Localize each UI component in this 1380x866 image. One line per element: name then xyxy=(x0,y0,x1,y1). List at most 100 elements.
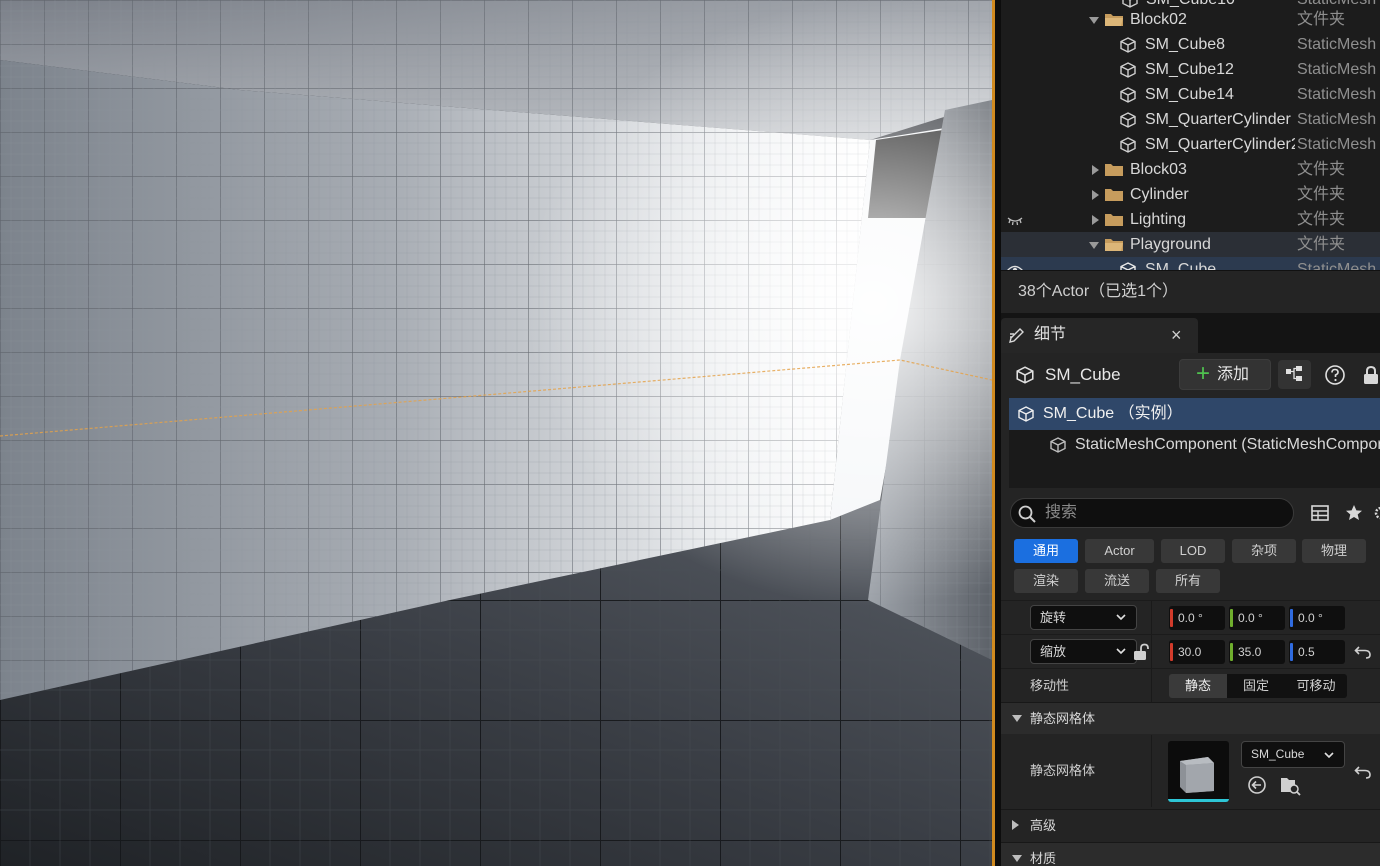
scale-x-field[interactable]: 30.0 xyxy=(1169,640,1225,664)
world-outliner[interactable]: SM_Cube10 StaticMesh Block02 文件夹 SM_Cube… xyxy=(1001,0,1380,270)
property-matrix-icon[interactable] xyxy=(1310,503,1330,523)
details-pencil-icon xyxy=(1009,328,1024,343)
tab-details[interactable]: 细节 × xyxy=(1001,318,1198,353)
outliner-row-name: Block02 xyxy=(1130,11,1187,28)
rotation-z-field[interactable]: 0.0 ° xyxy=(1289,606,1345,630)
expand-arrow-icon[interactable] xyxy=(1092,190,1099,200)
search-icon xyxy=(1018,505,1036,523)
expand-arrow-icon[interactable] xyxy=(1092,215,1099,225)
expand-arrow-icon[interactable] xyxy=(1092,165,1099,175)
component-tree[interactable]: SM_Cube （实例） StaticMeshComponent (Static… xyxy=(1009,398,1380,488)
close-icon[interactable]: × xyxy=(1171,318,1182,352)
outliner-row[interactable]: SM_QuarterCylinder StaticMesh xyxy=(1001,107,1380,132)
outliner-row[interactable]: Lighting 文件夹 xyxy=(1001,207,1380,232)
rotation-y-field[interactable]: 0.0 ° xyxy=(1229,606,1285,630)
outliner-row[interactable]: SM_QuarterCylinder2 StaticMesh xyxy=(1001,132,1380,157)
scale-row: 缩放 30.0 35.0 0.5 xyxy=(1001,634,1380,669)
blueprint-convert-button[interactable] xyxy=(1278,360,1311,389)
outliner-row-name: SM_QuarterCylinder xyxy=(1145,111,1291,128)
object-name[interactable]: SM_Cube xyxy=(1045,353,1121,397)
collapse-arrow-icon[interactable] xyxy=(1089,242,1099,249)
level-viewport[interactable] xyxy=(0,0,992,866)
section-static-mesh[interactable]: 静态网格体 xyxy=(1001,702,1380,734)
component-child-item[interactable]: StaticMeshComponent (StaticMeshComponent… xyxy=(1009,430,1380,460)
scale-x-value: 30.0 xyxy=(1178,645,1202,659)
component-root-item[interactable]: SM_Cube （实例） xyxy=(1009,398,1380,430)
scale-z-field[interactable]: 0.5 xyxy=(1289,640,1345,664)
filter-all[interactable]: 所有 xyxy=(1156,569,1220,593)
static-mesh-icon xyxy=(1120,262,1136,270)
outliner-row-name: Playground xyxy=(1130,236,1211,253)
outliner-row-type: StaticMesh xyxy=(1297,111,1377,128)
rotation-x-field[interactable]: 0.0 ° xyxy=(1169,606,1225,630)
outliner-row-name: SM_Cube xyxy=(1145,261,1217,270)
mobility-row: 移动性 静态 固定 可移动 xyxy=(1001,668,1380,703)
scale-label: 缩放 xyxy=(1040,644,1067,659)
filter-rendering[interactable]: 渲染 xyxy=(1014,569,1078,593)
mobility-static-option[interactable]: 静态 xyxy=(1169,674,1227,698)
outliner-row-type: StaticMesh xyxy=(1297,36,1377,53)
outliner-row[interactable]: Block03 文件夹 xyxy=(1001,157,1380,182)
outliner-row-name: SM_Cube14 xyxy=(1145,86,1234,103)
editor-root: SM_Cube10 StaticMesh Block02 文件夹 SM_Cube… xyxy=(0,0,1380,866)
filter-lod[interactable]: LOD xyxy=(1161,539,1225,563)
static-mesh-icon xyxy=(1120,137,1136,153)
rotation-mode-dropdown[interactable]: 旋转 xyxy=(1030,605,1137,630)
outliner-row[interactable]: SM_Cube12 StaticMesh xyxy=(1001,57,1380,82)
mobility-label: 移动性 xyxy=(1030,678,1070,693)
advanced-expander[interactable]: 高级 xyxy=(1001,809,1380,841)
filter-actor[interactable]: Actor xyxy=(1085,539,1154,563)
reset-to-default-icon[interactable] xyxy=(1354,643,1372,661)
chevron-down-icon xyxy=(1116,648,1126,655)
static-mesh-icon xyxy=(1120,112,1136,128)
help-icon[interactable] xyxy=(1324,364,1346,386)
scale-y-field[interactable]: 35.0 xyxy=(1229,640,1285,664)
outliner-row[interactable]: Cylinder 文件夹 xyxy=(1001,182,1380,207)
axis-z-marker xyxy=(1290,609,1293,627)
filter-general[interactable]: 通用 xyxy=(1014,539,1078,563)
settings-gear-icon[interactable] xyxy=(1373,503,1380,523)
use-selected-arrow-icon[interactable] xyxy=(1247,775,1267,795)
hidden-eye-icon[interactable] xyxy=(1007,213,1023,227)
outliner-row-type: 文件夹 xyxy=(1297,11,1346,28)
add-component-button[interactable]: + 添加 xyxy=(1179,359,1271,390)
component-child-label: StaticMeshComponent (StaticMeshComponent… xyxy=(1075,436,1380,453)
outliner-row[interactable]: SM_Cube14 StaticMesh xyxy=(1001,82,1380,107)
outliner-row-name: Cylinder xyxy=(1130,186,1189,203)
lock-icon[interactable] xyxy=(1362,364,1380,386)
section-materials[interactable]: 材质 xyxy=(1001,842,1380,866)
static-mesh-thumbnail[interactable] xyxy=(1168,741,1229,802)
axis-x-marker xyxy=(1170,609,1173,627)
outliner-row[interactable]: SM_Cube8 StaticMesh xyxy=(1001,32,1380,57)
reset-to-default-icon[interactable] xyxy=(1354,763,1372,781)
outliner-row-name: SM_QuarterCylinder2 xyxy=(1145,136,1295,153)
filter-physics[interactable]: 物理 xyxy=(1302,539,1366,563)
search-input[interactable] xyxy=(1045,501,1285,525)
axis-y-marker xyxy=(1230,609,1233,627)
collapse-arrow-icon[interactable] xyxy=(1089,17,1099,24)
mobility-movable-option[interactable]: 可移动 xyxy=(1285,674,1347,698)
static-mesh-asset-dropdown[interactable]: SM_Cube xyxy=(1241,741,1345,768)
browse-to-asset-icon[interactable] xyxy=(1279,774,1301,796)
details-search[interactable] xyxy=(1010,498,1294,528)
filter-misc[interactable]: 杂项 xyxy=(1232,539,1296,563)
outliner-row[interactable]: Playground 文件夹 xyxy=(1001,232,1380,257)
outliner-row-selected[interactable]: SM_Cube StaticMesh xyxy=(1001,257,1380,270)
scale-mode-dropdown[interactable]: 缩放 xyxy=(1030,639,1137,664)
outliner-row[interactable]: Block02 文件夹 xyxy=(1001,7,1380,32)
column-divider[interactable] xyxy=(1151,635,1152,669)
unlock-icon[interactable] xyxy=(1132,642,1150,662)
filter-streaming[interactable]: 流送 xyxy=(1085,569,1149,593)
static-mesh-component-icon xyxy=(1050,437,1066,453)
column-divider[interactable] xyxy=(1151,601,1152,635)
outliner-row-name: Block03 xyxy=(1130,161,1187,178)
favorite-star-icon[interactable] xyxy=(1344,503,1364,523)
details-tab-bar: 细节 × xyxy=(1001,313,1380,353)
visibility-eye-icon[interactable] xyxy=(1007,263,1023,270)
outliner-row-type: 文件夹 xyxy=(1297,186,1346,203)
actor-count-status: 38个Actor（已选1个） xyxy=(1001,270,1380,313)
static-mesh-value: SM_Cube xyxy=(1251,747,1305,761)
column-divider[interactable] xyxy=(1151,669,1152,703)
column-divider[interactable] xyxy=(1151,735,1152,807)
mobility-stationary-option[interactable]: 固定 xyxy=(1227,674,1285,698)
